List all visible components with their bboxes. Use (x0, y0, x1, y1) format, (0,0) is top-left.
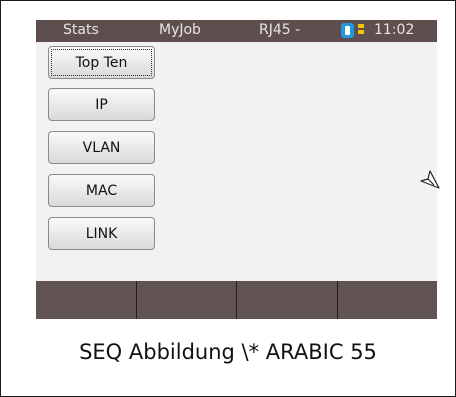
menu-item-top-ten[interactable]: Top Ten (48, 46, 155, 79)
status-bar: Stats MyJob RJ45 - 11:02 (36, 20, 437, 42)
menu-item-mac[interactable]: MAC (48, 174, 155, 207)
softkey-3[interactable] (237, 281, 338, 319)
tab-stats[interactable]: Stats (63, 22, 99, 38)
menu-item-vlan[interactable]: VLAN (48, 131, 155, 164)
softkey-1[interactable] (36, 281, 137, 319)
menu-item-link[interactable]: LINK (48, 217, 155, 250)
softkey-2[interactable] (137, 281, 237, 319)
figure-frame: Stats MyJob RJ45 - 11:02 Top Ten IP VLAN… (0, 0, 456, 397)
tab-port[interactable]: RJ45 - (259, 22, 300, 38)
network-icon (358, 24, 364, 38)
softkey-bar (36, 281, 437, 319)
figure-caption: SEQ Abbildung \* ARABIC 55 (79, 340, 377, 364)
battery-icon (341, 23, 354, 38)
tab-myjob[interactable]: MyJob (159, 22, 201, 38)
mouse-pointer-icon (420, 170, 440, 189)
softkey-4[interactable] (338, 281, 438, 319)
menu-item-label: MAC (85, 182, 118, 199)
menu-item-label: VLAN (82, 139, 121, 156)
menu-item-ip[interactable]: IP (48, 88, 155, 121)
device-screen: Stats MyJob RJ45 - 11:02 Top Ten IP VLAN… (36, 20, 437, 319)
menu-item-label: Top Ten (75, 54, 128, 71)
clock: 11:02 (374, 22, 415, 38)
menu-item-label: LINK (85, 225, 118, 242)
menu-item-label: IP (95, 96, 108, 113)
